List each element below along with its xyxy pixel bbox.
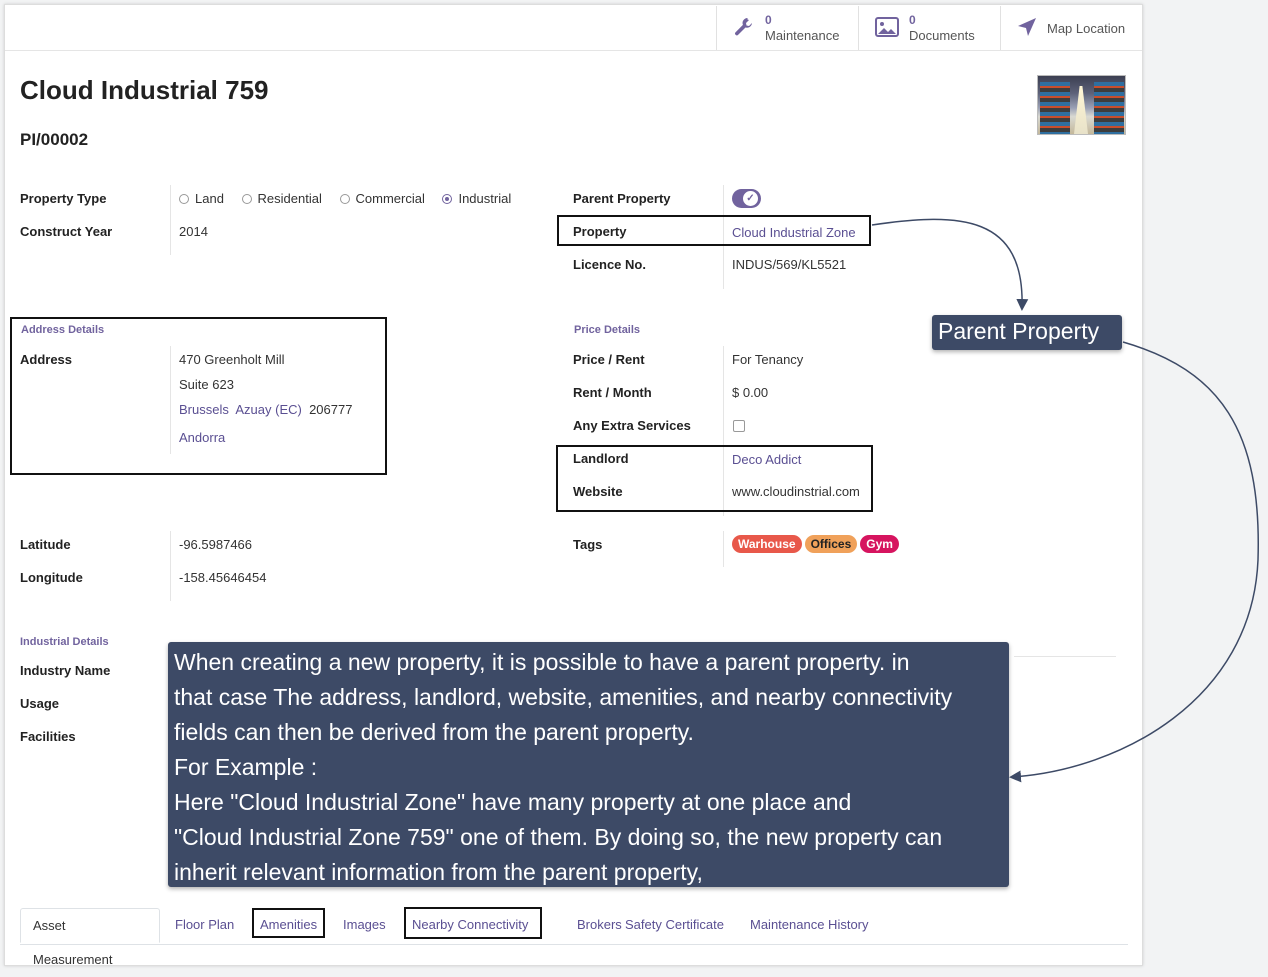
tag-warhouse[interactable]: Warhouse — [732, 535, 802, 553]
header-divider — [5, 50, 1142, 51]
map-location-button[interactable]: Map Location — [1000, 6, 1142, 50]
rent-month-label: Rent / Month — [573, 385, 652, 400]
field-separator — [723, 531, 724, 567]
price-rent-label: Price / Rent — [573, 352, 645, 367]
extra-services-label: Any Extra Services — [573, 418, 691, 433]
wrench-icon — [733, 16, 755, 41]
parent-property-callout: Parent Property — [932, 315, 1122, 350]
tab-safety-certificate[interactable]: Safety Certificate — [613, 908, 736, 943]
licence-label: Licence No. — [573, 257, 646, 272]
documents-button[interactable]: 0 Documents — [858, 6, 1001, 50]
construct-year-value[interactable]: 2014 — [179, 224, 208, 239]
tab-maintenance-history[interactable]: Maintenance History — [738, 908, 881, 943]
tab-images[interactable]: Images — [331, 908, 398, 943]
parent-property-label: Parent Property — [573, 191, 671, 206]
highlight-amenities-tab — [252, 908, 325, 938]
maintenance-button[interactable]: 0 Maintenance — [716, 6, 859, 50]
tab-floor-plan[interactable]: Floor Plan — [163, 908, 246, 943]
radio-industrial-label: Industrial — [458, 191, 512, 206]
radio-commercial[interactable]: Commercial — [339, 191, 425, 206]
usage-label: Usage — [20, 696, 60, 711]
field-separator — [170, 531, 171, 601]
radio-icon — [179, 194, 189, 204]
documents-count: 0 — [909, 13, 916, 27]
facilities-label: Facilities — [20, 729, 76, 744]
tags-label: Tags — [573, 537, 603, 552]
radio-land-label: Land — [195, 191, 224, 206]
radio-residential-label: Residential — [257, 191, 322, 206]
radio-land[interactable]: Land — [179, 191, 224, 206]
radio-selected-icon — [442, 194, 453, 204]
industrial-section-title: Industrial Details — [20, 636, 109, 648]
construct-year-label: Construct Year — [20, 224, 113, 239]
property-type-label: Property Type — [20, 191, 107, 206]
licence-value[interactable]: INDUS/569/KL5521 — [732, 257, 846, 272]
tab-asset-measurement[interactable]: Asset Measurement — [20, 908, 160, 967]
rent-month-value[interactable]: $ 0.00 — [732, 385, 768, 400]
radio-icon — [241, 194, 252, 204]
radio-residential[interactable]: Residential — [241, 191, 322, 206]
longitude-value[interactable]: -158.45646454 — [179, 570, 266, 585]
property-type-radio-group[interactable]: Land Residential Commercial Industrial — [179, 191, 511, 206]
explanation-callout: When creating a new property, it is poss… — [168, 642, 1009, 887]
radio-industrial[interactable]: Industrial — [442, 191, 511, 206]
record-reference: PI/00002 — [20, 130, 89, 149]
maintenance-label: Maintenance — [765, 28, 840, 43]
image-icon — [875, 16, 899, 40]
latitude-value[interactable]: -96.5987466 — [179, 537, 252, 552]
property-image[interactable] — [1037, 75, 1126, 135]
tag-gym[interactable]: Gym — [860, 535, 899, 553]
notebook-tabs: Asset Measurement Floor Plan Amenities I… — [20, 908, 1128, 967]
section-divider — [1014, 656, 1116, 657]
parent-property-toggle[interactable] — [732, 189, 761, 208]
highlight-landlord-website — [556, 445, 873, 512]
tag-offices[interactable]: Offices — [804, 535, 858, 553]
highlight-address — [10, 317, 387, 475]
longitude-label: Longitude — [20, 570, 83, 585]
record-title: Cloud Industrial 759 — [20, 75, 269, 105]
price-section-title: Price Details — [574, 324, 641, 336]
map-location-label: Map Location — [1047, 20, 1126, 36]
maintenance-count: 0 — [765, 13, 772, 27]
radio-icon — [339, 194, 350, 204]
highlight-property — [557, 215, 871, 246]
radio-commercial-label: Commercial — [355, 191, 425, 206]
extra-services-checkbox[interactable] — [733, 420, 745, 432]
field-separator — [170, 185, 171, 255]
price-rent-value[interactable]: For Tenancy — [732, 352, 803, 367]
industry-name-label: Industry Name — [20, 663, 111, 678]
documents-label: Documents — [909, 28, 975, 43]
highlight-nearby-tab — [404, 907, 542, 939]
tags-list[interactable]: Warhouse Offices Gym — [732, 535, 902, 553]
location-arrow-icon — [1017, 17, 1037, 40]
latitude-label: Latitude — [20, 537, 71, 552]
